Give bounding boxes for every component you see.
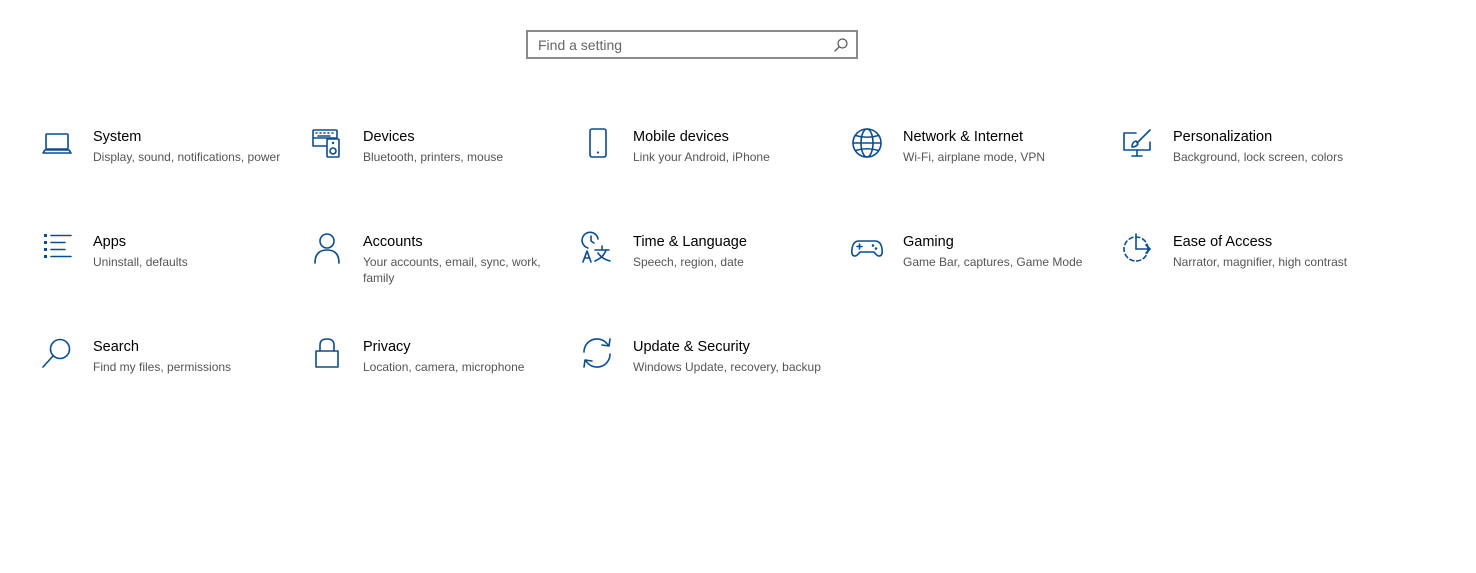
tile-devices[interactable]: Devices Bluetooth, printers, mouse <box>310 124 560 204</box>
tile-privacy[interactable]: Privacy Location, camera, microphone <box>310 334 560 414</box>
search-box[interactable] <box>526 30 858 59</box>
tile-network[interactable]: Network & Internet Wi-Fi, airplane mode,… <box>850 124 1100 204</box>
tile-title: Personalization <box>1173 129 1273 145</box>
padlock-icon <box>310 336 344 370</box>
tile-description: Display, sound, notifications, power <box>93 150 281 164</box>
globe-icon <box>850 126 884 160</box>
person-icon <box>310 231 344 265</box>
tile-title: Apps <box>93 234 127 250</box>
paintbrush-monitor-icon <box>1120 126 1154 160</box>
search-icon[interactable] <box>833 37 849 53</box>
tile-search[interactable]: Search Find my files, permissions <box>40 334 290 414</box>
tile-description: Game Bar, captures, Game Mode <box>903 255 1083 269</box>
tile-title: Privacy <box>363 339 411 355</box>
gamepad-icon <box>850 231 884 265</box>
tile-title: Accounts <box>363 234 423 250</box>
tile-description: Windows Update, recovery, backup <box>633 360 821 374</box>
refresh-arrows-icon <box>580 336 614 370</box>
ease-of-access-icon <box>1120 231 1154 265</box>
tile-description: Location, camera, microphone <box>363 360 525 374</box>
tile-personalization[interactable]: Personalization Background, lock screen,… <box>1120 124 1370 204</box>
tile-system[interactable]: System Display, sound, notifications, po… <box>40 124 290 204</box>
search-input[interactable] <box>528 32 828 57</box>
magnifier-icon <box>40 336 74 370</box>
tile-title: Time & Language <box>633 234 747 250</box>
tile-title: Search <box>93 339 139 355</box>
tile-update-security[interactable]: Update & Security Windows Update, recove… <box>580 334 830 414</box>
keyboard-speaker-icon <box>310 126 344 160</box>
tile-gaming[interactable]: Gaming Game Bar, captures, Game Mode <box>850 229 1100 309</box>
tile-title: Mobile devices <box>633 129 729 145</box>
tile-mobile-devices[interactable]: Mobile devices Link your Android, iPhone <box>580 124 830 204</box>
phone-icon <box>580 126 614 160</box>
tile-apps[interactable]: Apps Uninstall, defaults <box>40 229 290 309</box>
tile-description: Find my files, permissions <box>93 360 232 374</box>
laptop-icon <box>40 126 74 160</box>
tile-description: Bluetooth, printers, mouse <box>363 150 504 164</box>
tile-description: Speech, region, date <box>633 255 744 269</box>
tile-description: Uninstall, defaults <box>93 255 188 269</box>
tile-title: Gaming <box>903 234 954 250</box>
tile-title: Network & Internet <box>903 129 1024 145</box>
tile-description: Link your Android, iPhone <box>633 150 770 164</box>
tile-title: System <box>93 129 142 145</box>
clock-language-icon <box>580 231 614 265</box>
tile-time-language[interactable]: Time & Language Speech, region, date <box>580 229 830 309</box>
tile-title: Update & Security <box>633 339 750 355</box>
tile-title: Ease of Access <box>1173 234 1273 250</box>
apps-list-icon <box>40 231 74 265</box>
tile-ease-of-access[interactable]: Ease of Access Narrator, magnifier, high… <box>1120 229 1370 309</box>
tile-title: Devices <box>363 129 415 145</box>
tile-accounts[interactable]: Accounts Your accounts, email, sync, wor… <box>310 229 560 309</box>
tile-description: Wi-Fi, airplane mode, VPN <box>903 150 1046 164</box>
tile-description: Your accounts, email, sync, work, family <box>363 255 541 285</box>
tile-description: Narrator, magnifier, high contrast <box>1173 255 1348 269</box>
tile-description: Background, lock screen, colors <box>1173 150 1344 164</box>
